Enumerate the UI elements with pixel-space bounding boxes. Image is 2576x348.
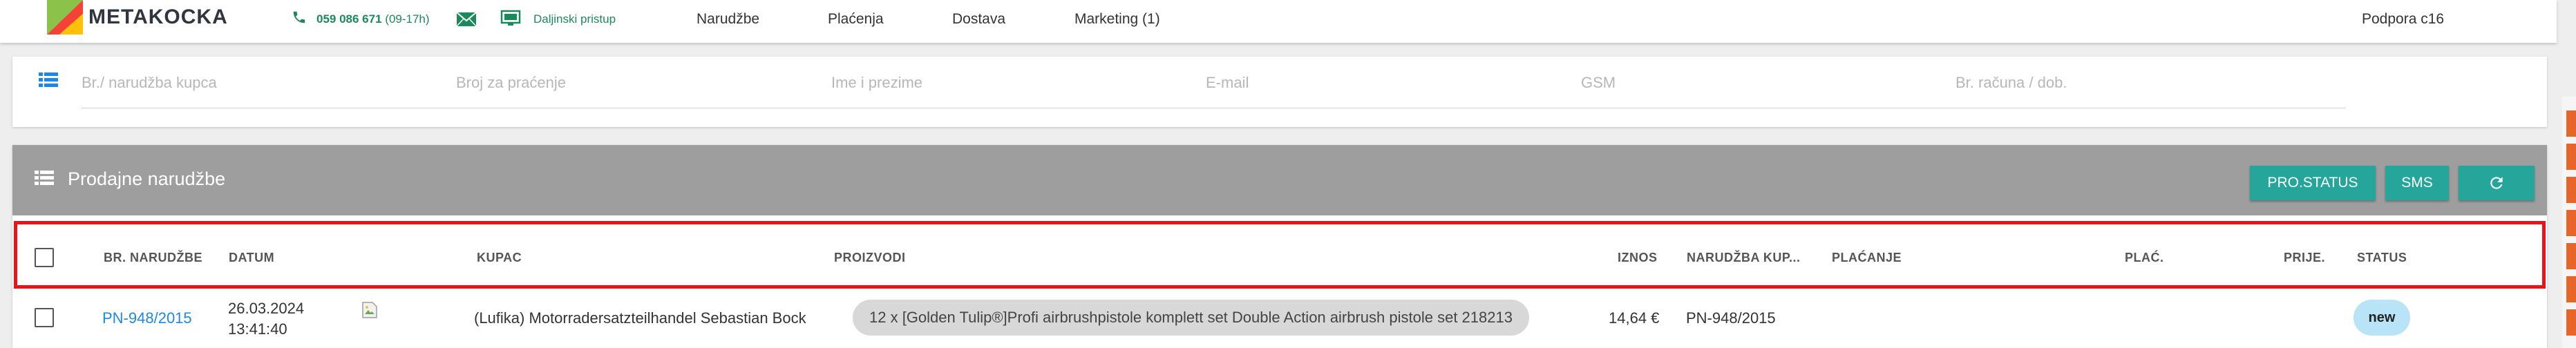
mail-icon[interactable]	[456, 11, 477, 28]
broken-image-icon	[362, 302, 377, 318]
orders-panel-header: Prodajne narudžbe PRO.STATUS SMS	[12, 145, 2547, 215]
col-paid[interactable]: PLAĆ.	[2125, 251, 2164, 265]
side-marker	[2566, 144, 2576, 170]
list-icon	[35, 171, 54, 185]
phone-icon	[293, 11, 305, 23]
order-number-link[interactable]: PN-948/2015	[102, 309, 192, 327]
tracking-number-input[interactable]	[456, 70, 815, 95]
col-customer-order[interactable]: NARUDŽBA KUP...	[1687, 251, 1801, 265]
status-badge: new	[2354, 300, 2410, 336]
col-status[interactable]: STATUS	[2357, 251, 2407, 265]
nav-payments[interactable]: Plaćenja	[828, 11, 884, 28]
col-customer[interactable]: KUPAC	[477, 251, 522, 265]
product-chip[interactable]: 12 x [Golden Tulip®]Profi airbrushpistol…	[853, 300, 1529, 336]
order-number-input[interactable]	[82, 70, 441, 95]
table-header-row: BR. NARUDŽBE DATUM KUPAC PROIZVODI IZNOS…	[14, 221, 2546, 289]
refresh-icon	[2490, 177, 2503, 189]
col-payment[interactable]: PLAĆANJE	[1832, 251, 1902, 265]
nav-delivery[interactable]: Dostava	[952, 11, 1005, 28]
customer-name: (Lufika) Motorradersatzteilhandel Sebast…	[474, 309, 806, 327]
monitor-icon[interactable]	[500, 10, 521, 28]
col-amount[interactable]: IZNOS	[1618, 251, 1658, 265]
pro-status-button[interactable]: PRO.STATUS	[2250, 166, 2376, 200]
side-marker	[2566, 243, 2576, 269]
search-panel	[12, 57, 2547, 127]
order-date: 26.03.2024	[228, 300, 305, 317]
support-link[interactable]: Podpora c16	[2362, 11, 2444, 28]
brand-name[interactable]: METAKOCKA	[88, 6, 228, 29]
side-marker	[2566, 177, 2576, 203]
nav-orders[interactable]: Narudžbe	[697, 11, 759, 28]
sms-button[interactable]: SMS	[2385, 166, 2449, 200]
phone-number[interactable]: 059 086 671 (09-17h)	[316, 12, 430, 26]
col-received[interactable]: PRIJE.	[2284, 251, 2325, 265]
phone-hours: (09-17h)	[385, 12, 430, 26]
top-header: METAKOCKA 059 086 671 (09-17h) Daljinski…	[0, 0, 2557, 43]
list-icon[interactable]	[39, 72, 58, 88]
gsm-input[interactable]	[1581, 70, 1940, 95]
col-date[interactable]: DATUM	[229, 251, 274, 265]
row-checkbox[interactable]	[35, 308, 54, 327]
order-time: 13:41:40	[228, 320, 287, 338]
customer-order-number: PN-948/2015	[1686, 309, 1776, 327]
orders-panel: Prodajne narudžbe PRO.STATUS SMS BR. NAR…	[12, 145, 2547, 348]
select-all-checkbox[interactable]	[35, 248, 54, 267]
email-input[interactable]	[1206, 70, 1565, 95]
side-marker	[2566, 309, 2576, 336]
phone-digits: 059 086 671	[316, 12, 382, 26]
table-row[interactable]: PN-948/2015 26.03.2024 13:41:40 (Lufika)…	[12, 293, 2547, 348]
invoice-number-input[interactable]	[1955, 70, 2315, 95]
metakocka-logo[interactable]	[47, 0, 83, 35]
name-input[interactable]	[831, 70, 1191, 95]
remote-access-link[interactable]: Daljinski pristup	[533, 12, 616, 26]
side-marker	[2566, 276, 2576, 302]
side-marker	[2566, 210, 2576, 236]
orders-title: Prodajne narudžbe	[68, 168, 226, 189]
refresh-button[interactable]	[2459, 166, 2535, 200]
col-products[interactable]: PROIZVODI	[834, 251, 906, 265]
nav-marketing[interactable]: Marketing (1)	[1074, 11, 1160, 28]
side-marker	[2566, 110, 2576, 137]
order-amount: 14,64 €	[1609, 309, 1660, 327]
col-order-number[interactable]: BR. NARUDŽBE	[104, 251, 202, 265]
